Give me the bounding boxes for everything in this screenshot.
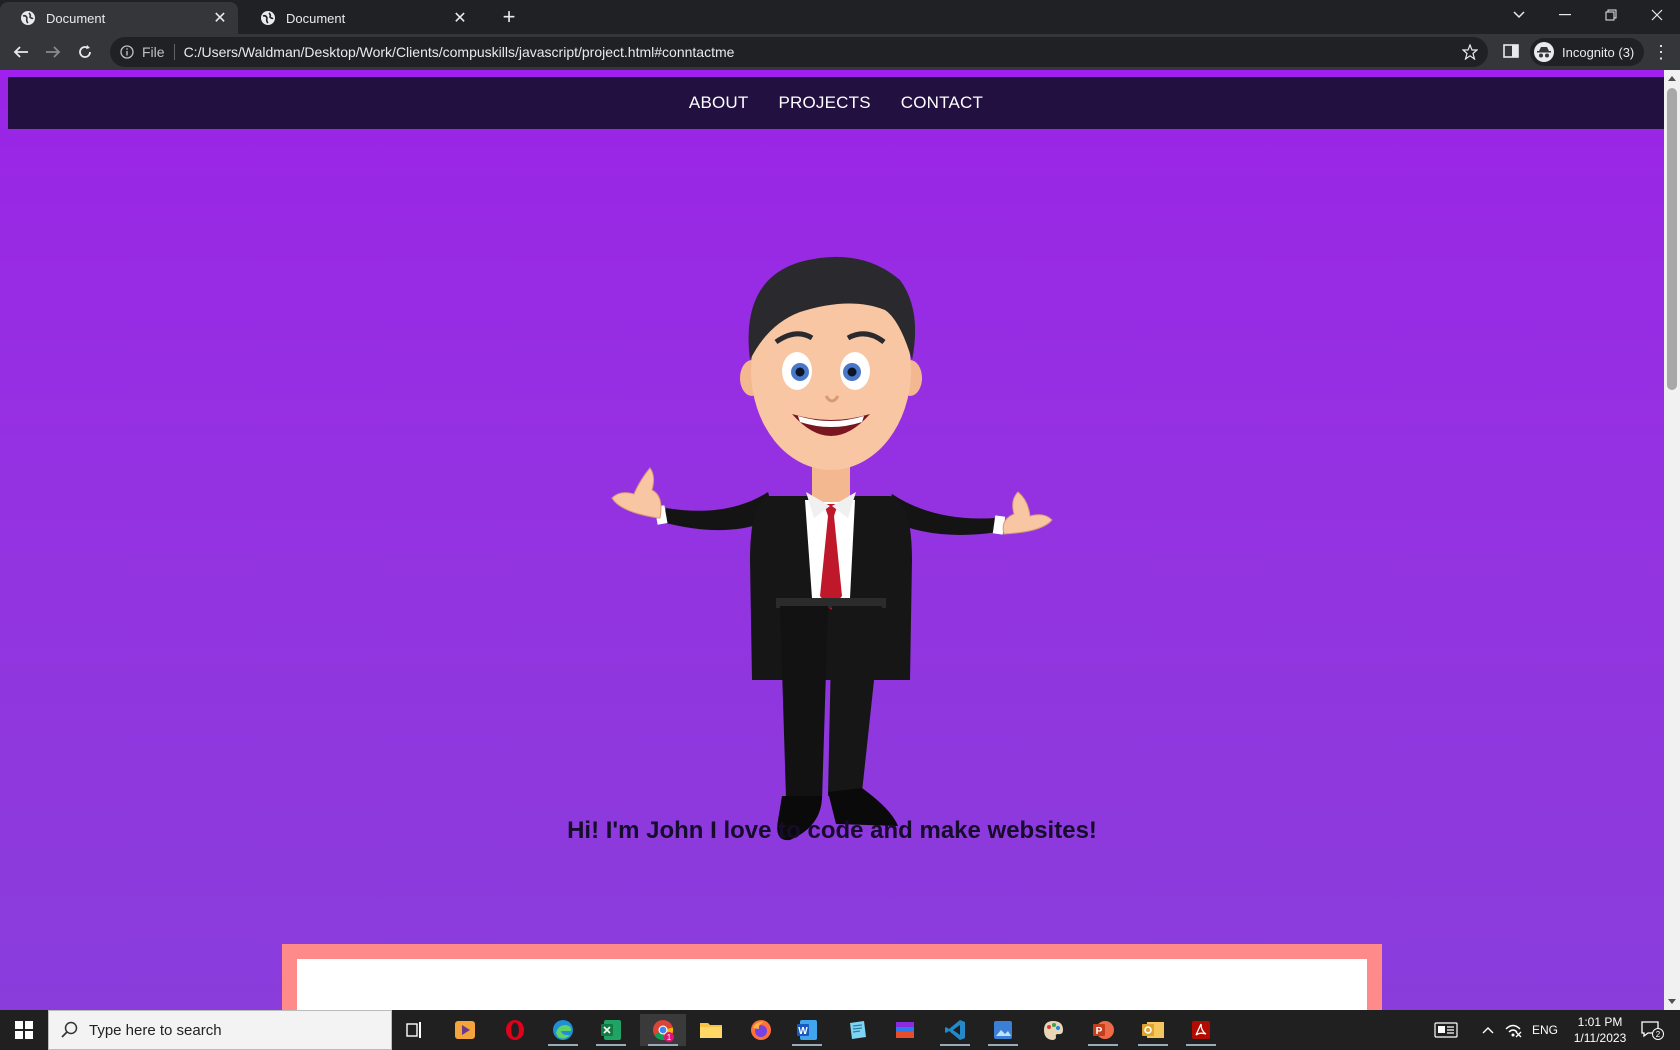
svg-text:W: W	[798, 1026, 808, 1037]
chevron-down-icon	[1513, 11, 1525, 19]
back-button[interactable]	[9, 40, 33, 64]
profile-label: Incognito (3)	[1562, 44, 1635, 60]
excel-icon[interactable]	[588, 1014, 634, 1046]
close-tab-icon[interactable]: ✕	[452, 10, 468, 27]
edge-icon[interactable]	[540, 1014, 586, 1046]
page-viewport: ABOUT PROJECTS CONTACT Hi! I'm John I lo…	[0, 70, 1664, 1010]
side-panel-icon[interactable]	[1502, 42, 1520, 60]
running-indicator	[1138, 1044, 1168, 1046]
outlook-icon[interactable]	[1130, 1014, 1176, 1046]
content-card	[282, 944, 1382, 1010]
minimize-icon	[1559, 14, 1571, 16]
tray-overflow-button[interactable]	[1482, 1010, 1494, 1050]
reload-button[interactable]	[73, 40, 97, 64]
nav-link-projects[interactable]: PROJECTS	[778, 93, 870, 113]
paint-icon[interactable]	[1030, 1014, 1076, 1046]
taskbar-clock[interactable]: 1:01 PM 1/11/2023	[1568, 1014, 1632, 1046]
language-indicator[interactable]: ENG	[1532, 1010, 1558, 1050]
profile-button[interactable]: Incognito (3)	[1530, 38, 1645, 66]
close-tab-icon[interactable]: ✕	[212, 10, 228, 27]
tab-strip: Document ✕ Document ✕ +	[0, 0, 1680, 34]
browser-tab-2[interactable]: Document ✕	[240, 2, 478, 34]
restore-button[interactable]	[1588, 0, 1634, 30]
nav-link-contact[interactable]: CONTACT	[901, 93, 983, 113]
notification-count: 2	[1656, 1030, 1661, 1039]
powerpoint-icon[interactable]: P	[1080, 1014, 1126, 1046]
content-card-body	[297, 959, 1367, 1010]
page-scrollbar[interactable]	[1664, 70, 1680, 1010]
running-indicator	[548, 1044, 578, 1046]
clock-date: 1/11/2023	[1573, 1031, 1627, 1045]
opera-icon[interactable]	[492, 1014, 538, 1046]
close-icon	[1651, 9, 1663, 21]
chrome-icon[interactable]: 1	[640, 1014, 686, 1046]
tab-title: Document	[286, 10, 346, 26]
scroll-down-arrow-icon[interactable]	[1668, 999, 1676, 1004]
winrar-icon[interactable]	[882, 1014, 928, 1046]
media-player-icon[interactable]	[442, 1014, 488, 1046]
acrobat-icon[interactable]	[1178, 1014, 1224, 1046]
arrow-left-icon	[13, 46, 28, 58]
running-indicator	[1088, 1044, 1118, 1046]
running-indicator	[1186, 1044, 1216, 1046]
svg-text:P: P	[1096, 1026, 1103, 1037]
arrow-right-icon	[46, 46, 61, 58]
reload-icon	[79, 45, 91, 58]
page-top-strip	[0, 70, 1664, 77]
close-window-button[interactable]	[1634, 0, 1680, 30]
globe-icon	[21, 11, 35, 25]
nav-link-about[interactable]: ABOUT	[689, 93, 749, 113]
chrome-badge-count: 1	[667, 1033, 672, 1042]
browser-toolbar: File C:/Users/Waldman/Desktop/Work/Clien…	[0, 34, 1680, 70]
news-widget-button[interactable]	[1434, 1010, 1458, 1050]
network-status-button[interactable]	[1504, 1010, 1522, 1050]
running-indicator	[940, 1044, 970, 1046]
news-icon	[1434, 1022, 1458, 1038]
divider	[173, 44, 175, 60]
incognito-icon	[1534, 42, 1554, 62]
minimize-button[interactable]	[1542, 0, 1588, 30]
notification-center-button[interactable]: 2	[1640, 1010, 1664, 1050]
scrollbar-thumb[interactable]	[1667, 88, 1677, 390]
network-disconnected-icon	[1505, 1024, 1522, 1038]
word-icon[interactable]: W	[784, 1014, 830, 1046]
photos-icon[interactable]	[980, 1014, 1026, 1046]
file-explorer-icon[interactable]	[688, 1014, 734, 1046]
browser-tab-1[interactable]: Document ✕	[0, 2, 238, 34]
search-placeholder: Type here to search	[89, 1021, 222, 1039]
forward-button[interactable]	[41, 40, 65, 64]
hero-tagline: Hi! I'm John I love to code and make web…	[567, 817, 1097, 844]
windows-taskbar: Type here to search 1 W P ENG 1:01 PM 1/…	[0, 1010, 1680, 1050]
scroll-up-arrow-icon[interactable]	[1668, 76, 1676, 81]
info-icon[interactable]	[120, 45, 134, 59]
chevron-up-icon	[1482, 1027, 1494, 1034]
running-indicator	[596, 1044, 626, 1046]
search-icon	[61, 1021, 78, 1038]
task-view-icon[interactable]	[392, 1014, 438, 1046]
bookmark-star-icon[interactable]	[1462, 44, 1478, 60]
notification-icon: 2	[1641, 1021, 1664, 1040]
browser-menu-button[interactable]: ⋮	[1652, 42, 1670, 62]
language-label: ENG	[1532, 1023, 1559, 1037]
vscode-icon[interactable]	[932, 1014, 978, 1046]
notepad-icon[interactable]	[834, 1014, 880, 1046]
site-navbar: ABOUT PROJECTS CONTACT	[8, 77, 1664, 129]
firefox-icon[interactable]	[738, 1014, 784, 1046]
cartoon-businessman-image	[611, 256, 1053, 841]
running-indicator	[792, 1044, 822, 1046]
clock-time: 1:01 PM	[1577, 1015, 1623, 1029]
globe-icon	[261, 11, 275, 25]
windows-logo-icon	[15, 1021, 33, 1039]
address-bar[interactable]: File C:/Users/Waldman/Desktop/Work/Clien…	[110, 37, 1488, 67]
start-button[interactable]	[0, 1010, 48, 1050]
new-tab-button[interactable]: +	[498, 6, 520, 28]
running-indicator	[648, 1044, 678, 1046]
taskbar-search-box[interactable]: Type here to search	[48, 1010, 392, 1050]
url-text[interactable]: C:/Users/Waldman/Desktop/Work/Clients/co…	[184, 44, 735, 60]
running-indicator	[988, 1044, 1018, 1046]
restore-icon	[1605, 9, 1617, 21]
tab-title: Document	[46, 10, 106, 26]
tab-search-button[interactable]	[1496, 0, 1542, 30]
url-scheme-label: File	[142, 44, 165, 60]
